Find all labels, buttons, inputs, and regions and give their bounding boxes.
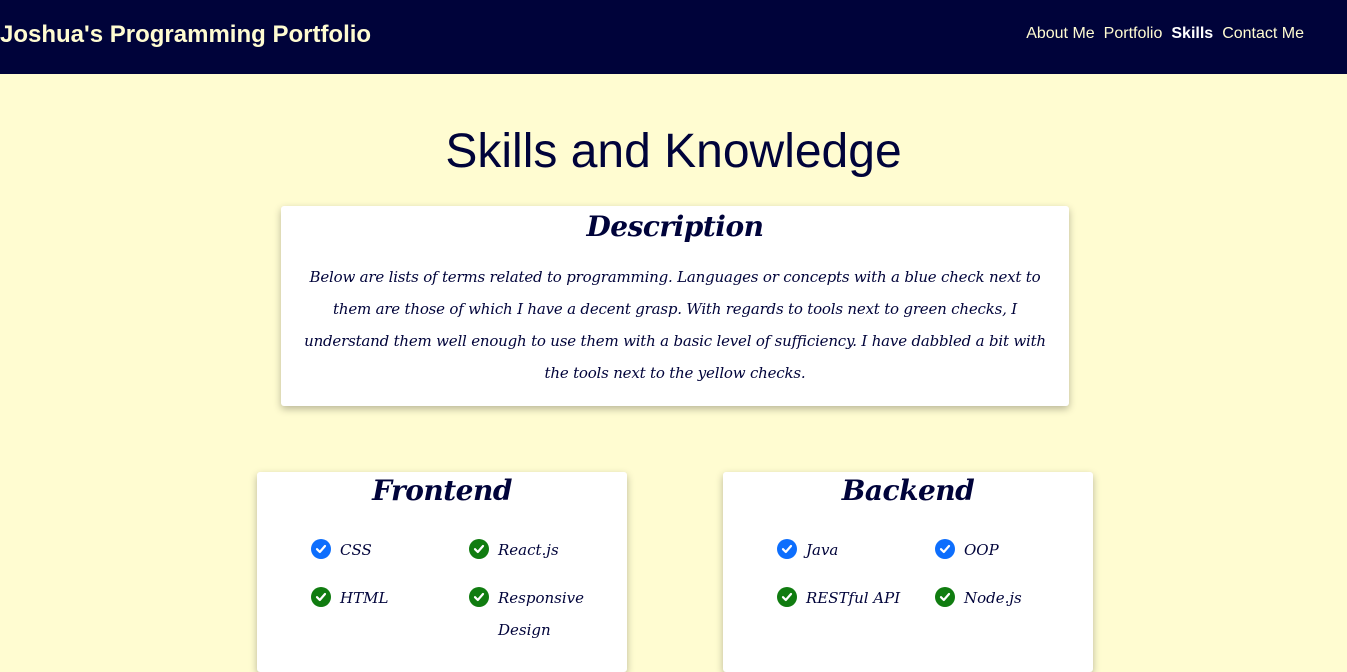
frontend-title: Frontend: [372, 474, 512, 507]
check-circle-icon: [311, 539, 331, 559]
nav-link-contact[interactable]: Contact Me: [1222, 25, 1304, 43]
backend-card: Backend Java OOP RESTful API Node.js: [723, 472, 1093, 672]
check-circle-icon: [935, 587, 955, 607]
check-circle-icon: [311, 587, 331, 607]
check-circle-icon: [469, 539, 489, 559]
skill-item: React.js: [469, 534, 627, 566]
page-title: Skills and Knowledge: [445, 125, 902, 178]
backend-skills: Java OOP RESTful API Node.js: [777, 534, 1093, 614]
skill-item: Java: [777, 534, 935, 566]
skill-item: Responsive Design: [469, 582, 627, 646]
skill-label: Node.js: [964, 589, 1022, 607]
backend-title: Backend: [841, 474, 975, 507]
skill-item: OOP: [935, 534, 1093, 566]
skill-item: CSS: [311, 534, 469, 566]
skill-label: React.js: [498, 541, 559, 559]
check-circle-icon: [777, 539, 797, 559]
nav-link-skills[interactable]: Skills: [1171, 25, 1213, 43]
skill-item: Node.js: [935, 582, 1093, 614]
navbar: Joshua's Programming Portfolio About Me …: [0, 0, 1347, 74]
skill-label: OOP: [964, 541, 999, 559]
check-circle-icon: [777, 587, 797, 607]
skill-label: HTML: [340, 589, 389, 607]
check-circle-icon: [469, 587, 489, 607]
skill-item: HTML: [311, 582, 469, 646]
nav-links: About Me Portfolio Skills Contact Me: [1026, 25, 1304, 43]
nav-link-portfolio[interactable]: Portfolio: [1104, 25, 1163, 43]
description-text: Below are lists of terms related to prog…: [304, 268, 1046, 382]
frontend-skills: CSS React.js HTML Responsive Design: [311, 534, 627, 646]
description-title: Description: [586, 210, 764, 243]
description-card: Description Below are lists of terms rel…: [281, 206, 1069, 406]
nav-link-about[interactable]: About Me: [1026, 25, 1094, 43]
skill-label: Responsive Design: [498, 589, 585, 639]
skill-label: Java: [806, 541, 839, 559]
check-circle-icon: [935, 539, 955, 559]
skill-label: CSS: [340, 541, 372, 559]
site-brand[interactable]: Joshua's Programming Portfolio: [0, 21, 371, 49]
frontend-card: Frontend CSS React.js HTML Responsive De…: [257, 472, 627, 672]
skill-label: RESTful API: [806, 589, 901, 607]
skill-item: RESTful API: [777, 582, 935, 614]
